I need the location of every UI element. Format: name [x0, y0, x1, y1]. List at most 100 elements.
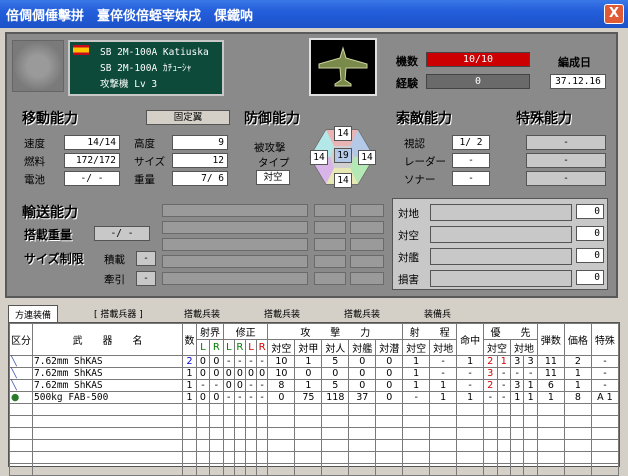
- detect-header: 索敵能力: [396, 111, 452, 127]
- empty-cell: [233, 451, 247, 464]
- cargo-slot-small: [350, 238, 384, 251]
- table-row[interactable]: ╲ 7.62mm ShKAS 1 0 0 0 0 0 0 10 0 0 0 0 1- -3- - -11 1-: [9, 367, 620, 380]
- th-priority: 優 先: [483, 323, 538, 340]
- empty-cell: [222, 403, 235, 416]
- empty-cell: [348, 439, 377, 452]
- empty-cell: [509, 415, 525, 428]
- cell-f: -: [255, 355, 269, 368]
- cell-e: -: [245, 355, 257, 368]
- tab-3[interactable]: 搭載兵装: [178, 305, 226, 323]
- cell-p2: -: [496, 367, 512, 380]
- empty-cell: [222, 439, 235, 452]
- empty-cell: [196, 415, 210, 428]
- empty-cell: [563, 463, 592, 476]
- cargo-slot: [162, 238, 308, 251]
- cell-p4: 3: [523, 355, 538, 368]
- cell-p2: 1: [496, 355, 512, 368]
- empty-cell: [536, 439, 565, 452]
- th-sub: R: [208, 339, 224, 356]
- cell-h: 0: [294, 367, 323, 380]
- empty-cell: [233, 427, 247, 440]
- th-sub: 対人: [321, 339, 350, 356]
- empty-cell: [523, 439, 538, 452]
- empty-cell: [402, 403, 431, 416]
- special-field-2: -: [526, 153, 606, 168]
- table-row[interactable]: ╲ 7.62mm ShKAS 1- -0 0- -8 1 5 0 0 1 1-2-3 1 6 1-: [9, 379, 620, 392]
- cell-k: 0: [375, 367, 404, 380]
- cell-hit: 1: [456, 355, 485, 368]
- empty-cell: [509, 439, 525, 452]
- move-header: 移動能力: [22, 111, 78, 127]
- empty-cell: [196, 439, 210, 452]
- empty-cell: [222, 415, 235, 428]
- th-sub: 対甲: [294, 339, 323, 356]
- th-sub: 対潜: [375, 339, 404, 356]
- cargo-slot-small: [314, 238, 346, 251]
- cell-ammo: 6: [536, 379, 565, 392]
- empty-cell: [222, 463, 235, 476]
- empty-cell: [375, 403, 404, 416]
- cell-p1: 2: [483, 379, 498, 392]
- cell-m: -: [429, 367, 458, 380]
- th-count: 数: [182, 323, 197, 356]
- cell-hit: -: [456, 379, 485, 392]
- cell-c: 0: [222, 379, 235, 392]
- close-button[interactable]: X: [604, 4, 624, 24]
- speed-label: 速度: [24, 138, 45, 150]
- th-special: 特殊: [590, 323, 620, 356]
- cell-p4: -: [523, 367, 538, 380]
- empty-cell: [182, 463, 197, 476]
- defense-type-field: 対空: [256, 170, 290, 185]
- cargo-slot-small: [314, 272, 346, 285]
- load-label: 搭載重量: [24, 228, 73, 242]
- cell-f: -: [255, 379, 269, 392]
- cell-p1: 2: [483, 355, 498, 368]
- unit-type: 攻撃機 Lv 3: [100, 79, 158, 90]
- size-limit-label: サイズ制限: [24, 252, 84, 266]
- special-header: 特殊能力: [516, 111, 572, 127]
- empty-cell: [496, 439, 512, 452]
- empty-cell: [267, 403, 296, 416]
- cargo-slot-small: [314, 221, 346, 234]
- empty-cell: [348, 451, 377, 464]
- empty-cell: [429, 403, 458, 416]
- cell-sp: -: [590, 355, 620, 368]
- empty-cell: [496, 415, 512, 428]
- cell-b: -: [208, 379, 224, 392]
- cell-g: 0: [267, 391, 296, 404]
- empty-cell: [483, 451, 498, 464]
- target-label: 対地: [398, 208, 419, 220]
- table-row[interactable]: ╲ 7.62mm ShKAS 2 0 0- - - -10 1 5 0 0 1-1 2 1 3 3 11 2-: [9, 355, 620, 368]
- tab-4[interactable]: 搭載兵装: [258, 305, 306, 323]
- empty-cell: [222, 427, 235, 440]
- cell-p2: -: [496, 379, 512, 392]
- empty-cell: [456, 427, 485, 440]
- target-label: 対空: [398, 230, 419, 242]
- tab-6[interactable]: 装備兵: [418, 305, 457, 323]
- cell-g: 8: [267, 379, 296, 392]
- empty-cell: [483, 463, 498, 476]
- cell-d: -: [233, 391, 247, 404]
- tab-5[interactable]: 搭載兵装: [338, 305, 386, 323]
- empty-cell: [523, 427, 538, 440]
- empty-cell: [375, 451, 404, 464]
- table-row[interactable]: ● 500kg FAB-500 1 0 0- - - -0 75 118 37 0-1 1- -1 1 1 8 A…: [9, 391, 620, 404]
- empty-cell: [590, 451, 620, 464]
- empty-cell: [456, 439, 485, 452]
- empty-cell: [196, 451, 210, 464]
- th-ammo: 弾数: [536, 323, 565, 356]
- empty-cell: [523, 451, 538, 464]
- empty-cell: [294, 403, 323, 416]
- tab-1[interactable]: 方連装備: [8, 305, 59, 323]
- transport-header: 輸送能力: [22, 205, 78, 221]
- weapon-name: 7.62mm ShKAS: [32, 355, 183, 368]
- empty-cell: [208, 427, 224, 440]
- unit-name-box: SB 2M-100A Katiuska SB 2M-100A ｶﾁｭｰｼｬ 攻撃…: [68, 40, 224, 96]
- cell-e: 0: [245, 367, 257, 380]
- tab-2[interactable]: [ 搭載兵器 ]: [88, 305, 149, 323]
- empty-cell: [267, 463, 296, 476]
- empty-cell: [429, 427, 458, 440]
- bomb-icon: ●: [9, 391, 33, 404]
- empty-cell: [9, 463, 33, 476]
- cell-ammo: 11: [536, 367, 565, 380]
